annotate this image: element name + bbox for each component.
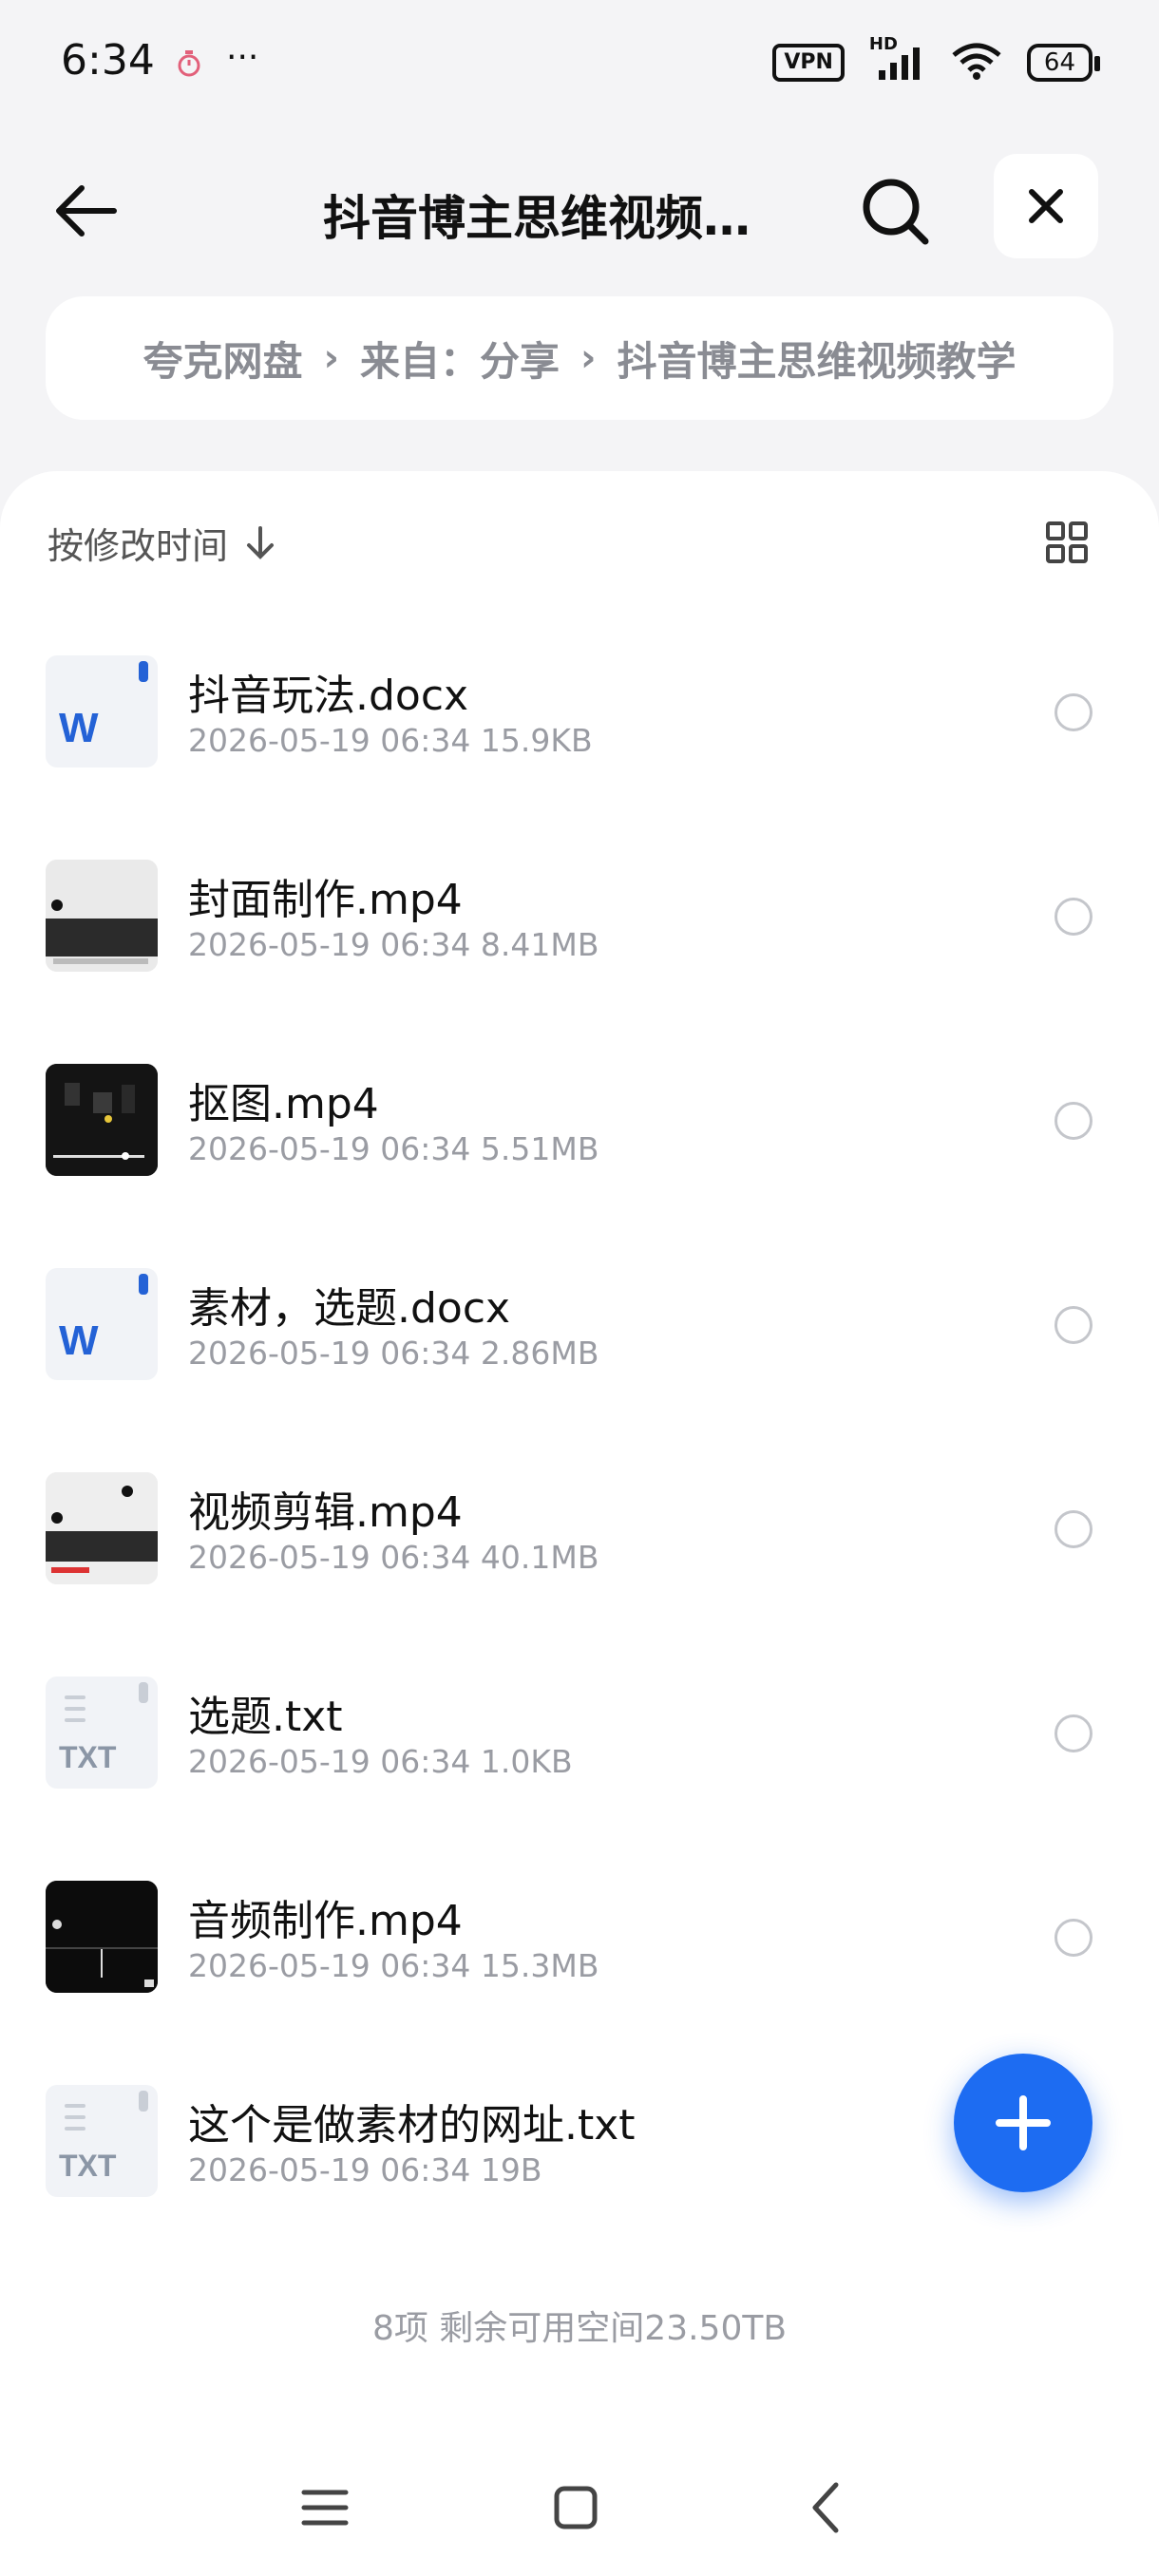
status-time: 6:34 (61, 36, 155, 85)
vpn-icon: VPN (772, 44, 845, 82)
txt-file-icon: TXT (46, 1676, 158, 1789)
file-date: 2026-05-19 06:34 (188, 1335, 471, 1372)
add-button[interactable] (954, 2054, 1092, 2192)
file-meta: 2026-05-19 06:34 19B (188, 2151, 542, 2188)
file-row[interactable]: W 素材，选题.docx 2026-05-19 06:34 2.86MB (0, 1234, 1159, 1438)
file-name: 音频制作.mp4 (188, 1897, 463, 1945)
file-size: 15.3MB (480, 1947, 599, 1984)
file-date: 2026-05-19 06:34 (188, 2151, 471, 2188)
file-row[interactable]: W 抖音玩法.docx 2026-05-19 06:34 15.9KB (0, 621, 1159, 825)
video-thumbnail (46, 1881, 158, 1993)
home-icon (554, 2486, 598, 2529)
file-row[interactable]: 抠图.mp4 2026-05-19 06:34 5.51MB (0, 1030, 1159, 1234)
file-meta: 2026-05-19 06:34 15.9KB (188, 722, 593, 759)
file-name: 选题.txt (188, 1693, 343, 1741)
grid-view-button[interactable] (1045, 521, 1089, 564)
txt-file-icon: TXT (46, 2085, 158, 2197)
select-radio[interactable] (1054, 1714, 1092, 1752)
file-size: 5.51MB (480, 1130, 599, 1167)
video-thumbnail (46, 1064, 158, 1176)
file-row[interactable]: TXT 选题.txt 2026-05-19 06:34 1.0KB (0, 1642, 1159, 1847)
chevron-right-icon: › (323, 336, 339, 380)
file-size: 40.1MB (480, 1539, 599, 1576)
file-meta: 2026-05-19 06:34 15.3MB (188, 1947, 598, 1984)
battery-icon: 64 (1026, 44, 1101, 82)
file-name: 封面制作.mp4 (188, 876, 463, 924)
file-size: 19B (480, 2151, 542, 2188)
file-name: 这个是做素材的网址.txt (188, 2101, 636, 2150)
arrow-down-icon (247, 525, 275, 559)
back-button[interactable] (49, 173, 125, 249)
file-date: 2026-05-19 06:34 (188, 1947, 471, 1984)
sort-label: 按修改时间 (48, 525, 229, 567)
system-back-button[interactable] (779, 2460, 874, 2555)
file-date: 2026-05-19 06:34 (188, 1539, 471, 1576)
close-button[interactable] (994, 154, 1098, 258)
file-size: 1.0KB (480, 1743, 573, 1780)
file-list: W 抖音玩法.docx 2026-05-19 06:34 15.9KB 封面制作… (0, 621, 1159, 2255)
search-icon (863, 179, 929, 245)
select-radio[interactable] (1054, 898, 1092, 936)
file-meta: 2026-05-19 06:34 8.41MB (188, 926, 598, 963)
menu-icon (301, 2490, 349, 2526)
file-list-panel: 按修改时间 W 抖音玩法.docx 2026-05-19 06:34 15.9K… (0, 471, 1159, 2576)
stopwatch-icon (177, 49, 201, 78)
file-meta: 2026-05-19 06:34 5.51MB (188, 1130, 598, 1167)
file-name: 抖音玩法.docx (188, 672, 469, 720)
breadcrumb-item-root[interactable]: 夸克网盘 (142, 330, 302, 388)
file-row[interactable]: 音频制作.mp4 2026-05-19 06:34 15.3MB (0, 1847, 1159, 2051)
select-radio[interactable] (1054, 1510, 1092, 1548)
video-thumbnail (46, 860, 158, 972)
select-radio[interactable] (1054, 693, 1092, 731)
file-date: 2026-05-19 06:34 (188, 1130, 471, 1167)
file-size: 15.9KB (480, 722, 593, 759)
plus-icon (996, 2095, 1051, 2150)
file-name: 视频剪辑.mp4 (188, 1488, 463, 1537)
select-radio[interactable] (1054, 1102, 1092, 1140)
word-file-icon: W (46, 655, 158, 767)
file-row[interactable]: 封面制作.mp4 2026-05-19 06:34 8.41MB (0, 825, 1159, 1030)
file-size: 8.41MB (480, 926, 599, 963)
header: 抖音博主思维视频… (0, 142, 1159, 275)
select-radio[interactable] (1054, 1919, 1092, 1957)
file-meta: 2026-05-19 06:34 40.1MB (188, 1539, 598, 1576)
file-size: 2.86MB (480, 1335, 599, 1372)
select-radio[interactable] (1054, 1306, 1092, 1344)
breadcrumb: 夸克网盘 › 来自：分享 › 抖音博主思维视频教学 (46, 296, 1113, 420)
wifi-icon (951, 42, 1002, 84)
status-bar: 6:34 ··· VPN HD 64 (0, 0, 1159, 133)
chevron-left-icon (812, 2482, 839, 2533)
word-file-icon: W (46, 1268, 158, 1380)
search-button[interactable] (855, 171, 935, 251)
signal-icon: HD (869, 34, 926, 82)
breadcrumb-item-current[interactable]: 抖音博主思维视频教学 (617, 330, 1016, 388)
more-notifications-icon: ··· (226, 38, 259, 77)
file-date: 2026-05-19 06:34 (188, 926, 471, 963)
video-thumbnail (46, 1472, 158, 1584)
file-date: 2026-05-19 06:34 (188, 1743, 471, 1780)
file-meta: 2026-05-19 06:34 1.0KB (188, 1743, 573, 1780)
file-name: 素材，选题.docx (188, 1284, 511, 1333)
system-nav-bar (0, 2460, 1159, 2555)
file-date: 2026-05-19 06:34 (188, 722, 471, 759)
close-icon (1029, 189, 1063, 223)
file-row[interactable]: 视频剪辑.mp4 2026-05-19 06:34 40.1MB (0, 1438, 1159, 1642)
page-title: 抖音博主思维视频… (323, 191, 750, 246)
grid-view-icon (1046, 521, 1088, 563)
storage-summary: 8项 剩余可用空间23.50TB (371, 2309, 788, 2348)
file-meta: 2026-05-19 06:34 2.86MB (188, 1335, 598, 1372)
file-name: 抠图.mp4 (188, 1080, 379, 1128)
sort-button[interactable]: 按修改时间 (48, 517, 277, 569)
chevron-right-icon: › (580, 336, 597, 380)
menu-button[interactable] (277, 2460, 372, 2555)
breadcrumb-item-share[interactable]: 来自：分享 (360, 330, 560, 388)
home-button[interactable] (528, 2460, 623, 2555)
